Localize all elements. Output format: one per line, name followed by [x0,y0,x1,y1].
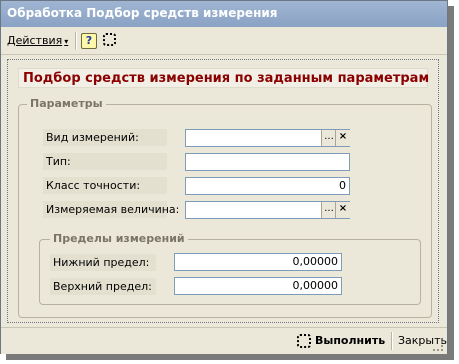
form-area: Подбор средств измерения по заданным пар… [7,59,439,323]
actions-menu[interactable]: Действия ▾ [7,33,68,49]
parameters-group: Параметры Вид измерений: ... × Тип: Клас… [18,97,432,318]
measured-quantity-field[interactable]: ... × [185,201,350,219]
actions-menu-label: Действия [7,34,63,47]
run-icon[interactable] [297,334,311,348]
lower-limit-field[interactable]: 0,00000 [174,253,342,271]
chevron-down-icon: ▾ [64,37,69,46]
accuracy-class-field[interactable]: 0 [185,177,350,195]
field-label-upper-limit: Верхний предел: [50,278,156,295]
measured-quantity-select-button[interactable]: ... [321,202,336,218]
measurement-kind-clear-button[interactable]: × [335,130,350,146]
field-label-measured-quantity: Измеряемая величина: [43,201,179,218]
field-label-measurement-kind: Вид измерений: [43,129,167,146]
limits-legend: Пределы измерений [50,232,188,245]
field-label-lower-limit: Нижний предел: [50,254,156,271]
toolbar: Действия ▾ ? [1,28,447,55]
help-icon[interactable]: ? [81,33,97,49]
measurement-kind-field[interactable]: ... × [185,129,350,147]
upper-limit-field[interactable]: 0,00000 [174,277,342,295]
dotted-frame-icon[interactable] [103,33,116,46]
field-label-accuracy-class: Класс точности: [43,177,167,194]
field-label-type: Тип: [43,153,167,170]
form-header: Подбор средств измерения по заданным пар… [18,68,429,88]
bottom-separator [391,332,393,350]
measured-quantity-clear-button[interactable]: × [335,202,350,218]
resize-grip-icon[interactable] [433,341,443,351]
type-field[interactable] [185,153,350,171]
toolbar-separator [75,32,77,50]
processing-window: Обработка Подбор средств измерения Дейст… [0,0,448,354]
parameters-legend: Параметры [27,97,106,110]
limits-group: Пределы измерений Нижний предел: 0,00000… [39,232,421,305]
measurement-kind-select-button[interactable]: ... [321,130,336,146]
bottom-bar: Выполнить Закрыть [1,327,447,354]
window-title[interactable]: Обработка Подбор средств измерения [1,1,447,27]
run-button[interactable]: Выполнить [315,333,385,349]
